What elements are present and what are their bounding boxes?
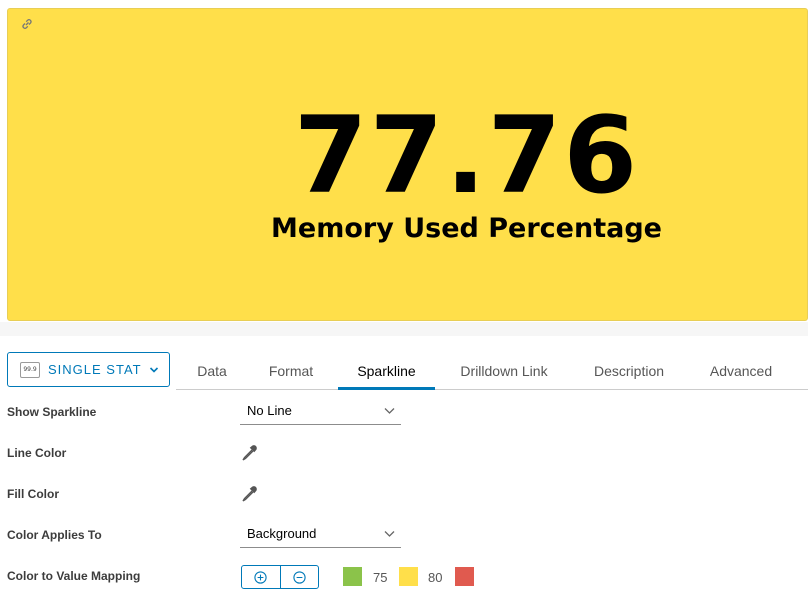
widget-type-dropdown[interactable]: 99.9 SINGLE STAT bbox=[7, 352, 170, 387]
editor-tabs: Data Format Sparkline Drilldown Link Des… bbox=[176, 352, 808, 390]
show-sparkline-value: No Line bbox=[247, 403, 292, 418]
threshold-value[interactable]: 75 bbox=[373, 570, 387, 585]
line-color-label: Line Color bbox=[7, 446, 67, 460]
fill-color-label: Fill Color bbox=[7, 487, 59, 501]
remove-threshold-button[interactable] bbox=[279, 566, 319, 588]
color-applies-to-value: Background bbox=[247, 526, 317, 541]
eyedropper-icon[interactable] bbox=[240, 444, 258, 462]
threshold-value[interactable]: 80 bbox=[428, 570, 442, 585]
threshold-stepper bbox=[241, 565, 319, 589]
color-applies-to-label: Color Applies To bbox=[7, 528, 102, 542]
stat-preview-panel: 77.76 Memory Used Percentage bbox=[7, 8, 808, 321]
panel-divider bbox=[0, 322, 808, 336]
color-applies-to-select[interactable]: Background bbox=[240, 522, 401, 548]
color-swatch-yellow[interactable] bbox=[399, 567, 418, 586]
tab-format[interactable]: Format bbox=[262, 352, 320, 390]
add-threshold-button[interactable] bbox=[242, 566, 280, 588]
color-swatch-red[interactable] bbox=[455, 567, 474, 586]
tab-advanced[interactable]: Advanced bbox=[704, 352, 778, 390]
tab-description[interactable]: Description bbox=[588, 352, 670, 390]
minus-circle-icon bbox=[293, 570, 306, 584]
chevron-down-icon bbox=[384, 531, 395, 537]
widget-type-label: SINGLE STAT bbox=[48, 362, 142, 377]
chevron-down-icon bbox=[149, 366, 158, 373]
chevron-down-icon bbox=[384, 408, 395, 414]
tab-data[interactable]: Data bbox=[196, 352, 228, 390]
tab-sparkline[interactable]: Sparkline bbox=[338, 352, 435, 390]
tab-drilldown-link[interactable]: Drilldown Link bbox=[454, 352, 554, 390]
stat-value: 77.76 bbox=[293, 94, 640, 217]
plus-circle-icon bbox=[254, 570, 267, 584]
show-sparkline-select[interactable]: No Line bbox=[240, 399, 401, 425]
eyedropper-icon[interactable] bbox=[240, 485, 258, 503]
stat-label: Memory Used Percentage bbox=[271, 213, 662, 244]
link-icon[interactable] bbox=[20, 17, 34, 31]
single-stat-thumbnail-icon: 99.9 bbox=[20, 361, 40, 378]
show-sparkline-label: Show Sparkline bbox=[7, 405, 97, 419]
color-mapping-label: Color to Value Mapping bbox=[7, 569, 141, 583]
color-swatch-green[interactable] bbox=[343, 567, 362, 586]
